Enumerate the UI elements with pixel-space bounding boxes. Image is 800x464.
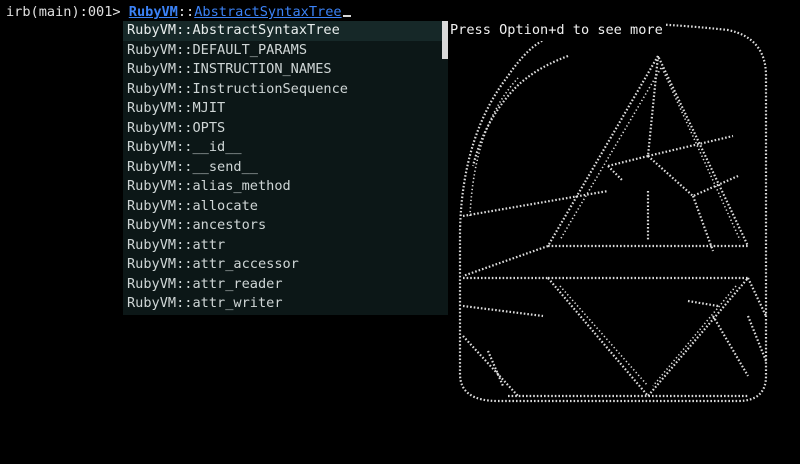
ruby-logo-icon [458,21,768,403]
completion-item[interactable]: RubyVM::ancestors [123,216,448,236]
completion-item[interactable]: RubyVM::attr [123,236,448,256]
input-namespace[interactable]: RubyVM [129,4,178,20]
completion-list[interactable]: RubyVM::AbstractSyntaxTree RubyVM::DEFAU… [123,21,448,314]
completion-item[interactable]: RubyVM::OPTS [123,119,448,139]
doc-dialog-hint: Press Option+d to see more [450,21,665,41]
input-separator[interactable]: :: [178,4,194,20]
completion-item[interactable]: RubyVM::alias_method [123,177,448,197]
text-cursor [342,15,351,17]
ruby-logo-ascii-art [448,16,793,416]
completion-item-selected[interactable]: RubyVM::AbstractSyntaxTree [123,21,448,41]
completion-item[interactable]: RubyVM::__send__ [123,158,448,178]
input-constant[interactable]: AbstractSyntaxTree [194,4,341,20]
completion-item[interactable]: RubyVM::InstructionSequence [123,80,448,100]
completion-item[interactable]: RubyVM::attr_reader [123,275,448,295]
completion-item[interactable]: RubyVM::INSTRUCTION_NAMES [123,60,448,80]
terminal-window[interactable]: irb(main):001> RubyVM::AbstractSyntaxTre… [0,0,800,464]
completion-item[interactable]: RubyVM::allocate [123,197,448,217]
completion-item[interactable]: RubyVM::attr_writer [123,294,448,314]
completion-item[interactable]: RubyVM::attr_accessor [123,255,448,275]
completion-item[interactable]: RubyVM::DEFAULT_PARAMS [123,41,448,61]
completion-item[interactable]: RubyVM::MJIT [123,99,448,119]
completion-item[interactable]: RubyVM::__id__ [123,138,448,158]
prompt-line[interactable]: irb(main):001> RubyVM::AbstractSyntaxTre… [6,3,351,23]
irb-prompt: irb(main):001> [6,4,129,20]
completion-dialog[interactable]: RubyVM::AbstractSyntaxTree RubyVM::DEFAU… [123,21,448,315]
